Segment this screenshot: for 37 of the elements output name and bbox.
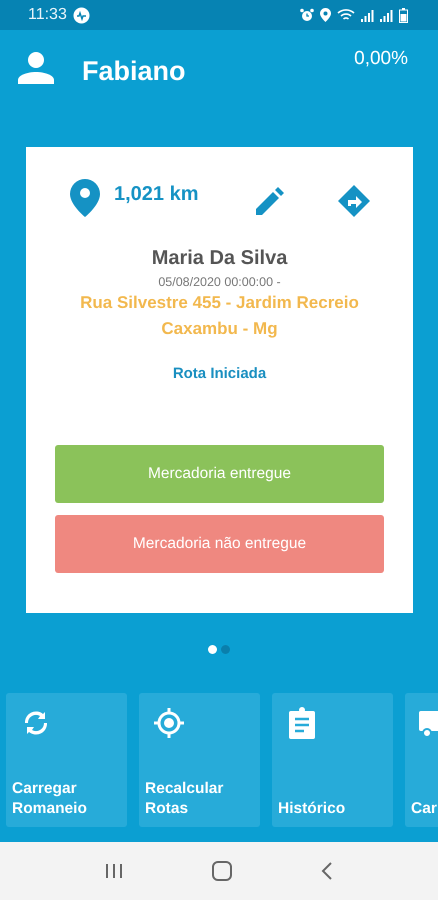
menu-tile[interactable]: Histórico — [272, 693, 393, 827]
alarm-icon — [300, 8, 314, 22]
delivered-button[interactable]: Mercadoria entregue — [55, 445, 384, 503]
clipboard-icon — [286, 707, 318, 739]
signal-icon — [380, 8, 393, 22]
page-dot[interactable] — [221, 645, 230, 654]
page-dot[interactable] — [208, 645, 217, 654]
not-delivered-button[interactable]: Mercadoria não entregue — [55, 515, 384, 573]
wifi-icon — [337, 8, 355, 22]
edit-icon[interactable] — [254, 187, 284, 217]
user-icon — [18, 52, 54, 84]
location-pin-icon — [70, 179, 100, 217]
user-name: Fabiano — [82, 56, 187, 87]
tile-label: Recalcular Rotas — [145, 779, 224, 819]
crosshair-icon — [153, 707, 185, 739]
tile-label: Car — [411, 799, 438, 819]
menu-tile[interactable]: Car — [405, 693, 438, 827]
directions-icon[interactable] — [338, 185, 370, 217]
tile-label: Histórico — [278, 799, 346, 819]
menu-tile[interactable]: Carregar Romaneio — [6, 693, 127, 827]
home-icon[interactable] — [212, 861, 232, 881]
route-status: Rota Iniciada — [172, 365, 266, 382]
progress-percentage: 0,00% — [354, 48, 408, 70]
delivery-datetime: 05/08/2020 00:00:00 - — [158, 275, 281, 289]
status-time: 11:33 — [28, 6, 67, 24]
recent-apps-icon[interactable] — [104, 863, 123, 879]
menu-tile[interactable]: Recalcular Rotas — [139, 693, 260, 827]
back-icon[interactable] — [321, 862, 334, 880]
tile-label: Carregar Romaneio — [12, 779, 88, 819]
distance-text: 1,021 km — [114, 183, 200, 206]
battery-icon — [399, 8, 408, 22]
address-line: Caxambu - Mg — [161, 318, 278, 340]
customer-name: Maria Da Silva — [152, 247, 288, 270]
signal-icon — [361, 8, 374, 22]
app-notification-icon — [72, 6, 90, 24]
location-icon — [320, 8, 331, 22]
address-line: Rua Silvestre 455 - Jardim Recreio — [80, 292, 359, 314]
